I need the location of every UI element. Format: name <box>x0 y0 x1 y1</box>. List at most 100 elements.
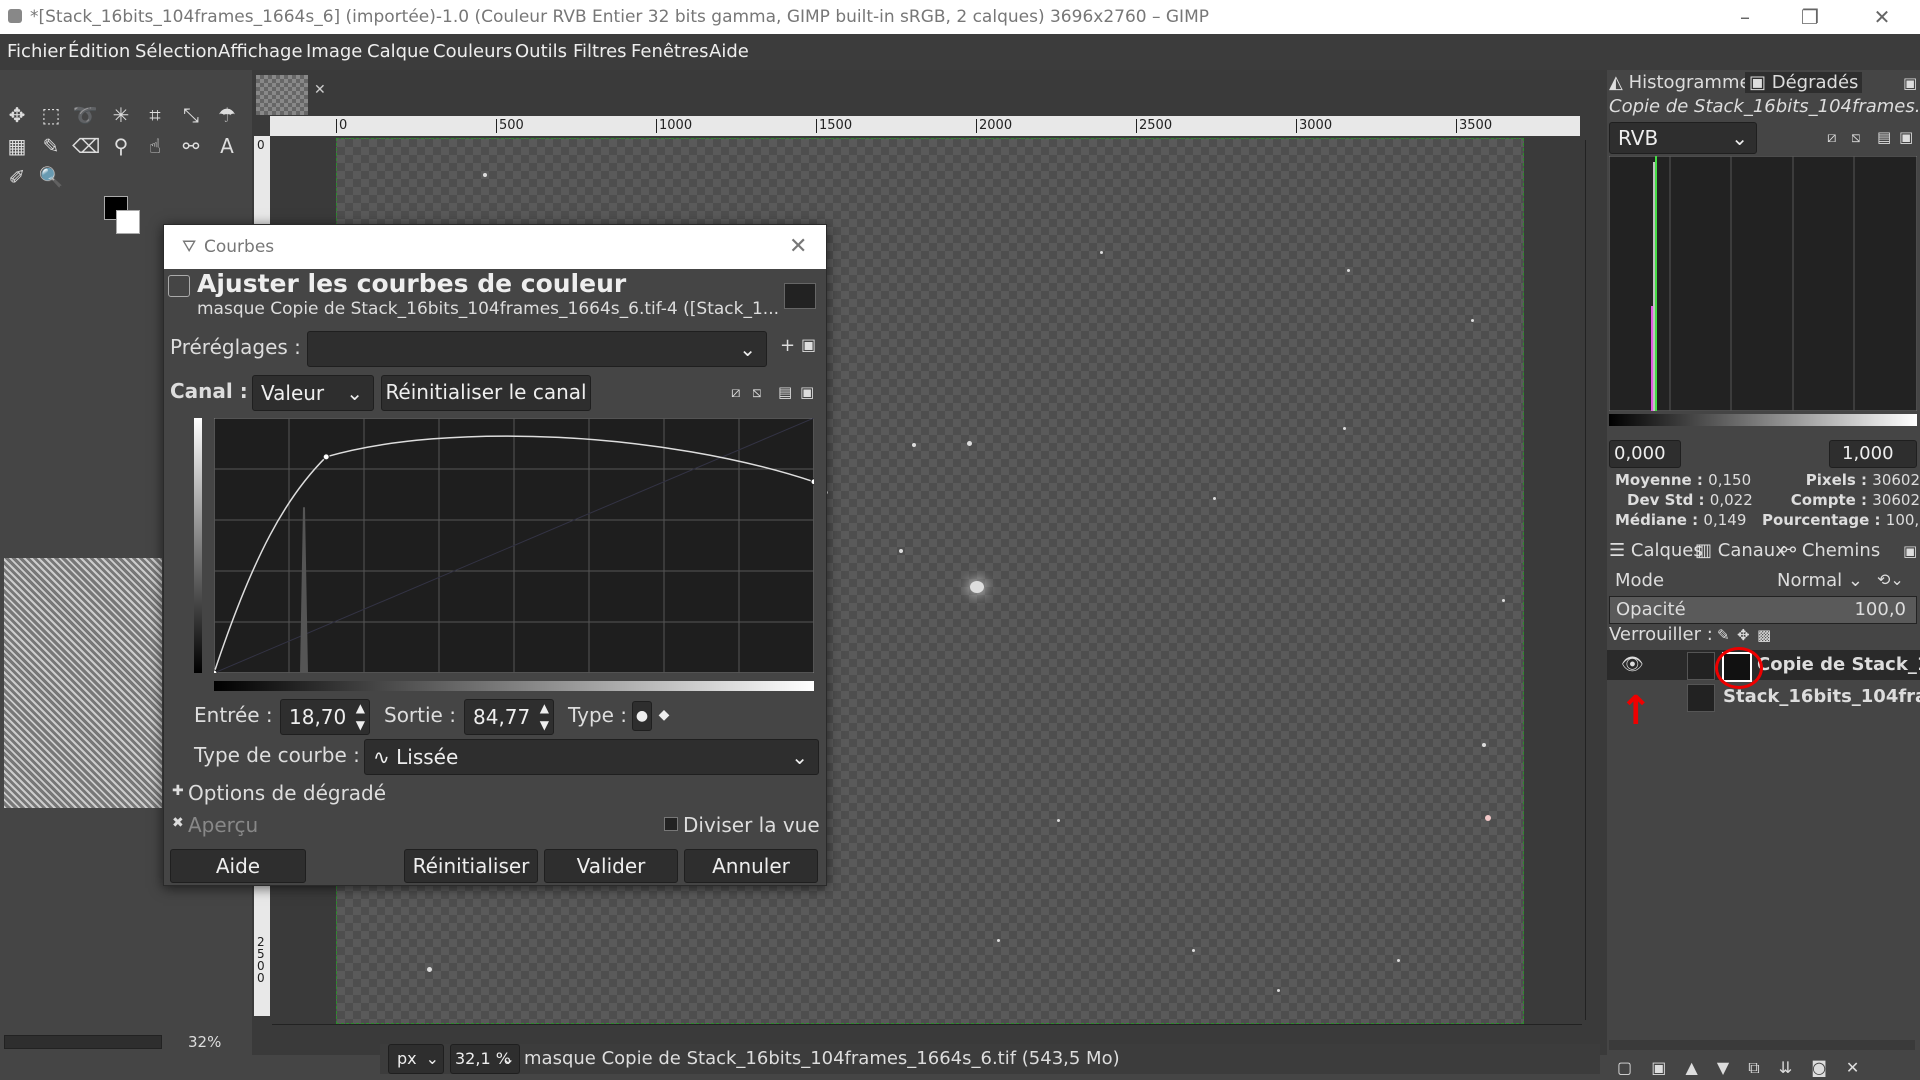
lower-layer-icon[interactable]: ▼ <box>1717 1058 1729 1077</box>
cancel-button[interactable]: Annuler <box>684 849 818 883</box>
crop-tool-icon[interactable]: ⌗ <box>142 102 168 128</box>
color-picker-tool-icon[interactable]: ✐ <box>4 164 30 190</box>
text-tool-icon[interactable]: A <box>214 133 240 159</box>
fuzzy-select-tool-icon[interactable]: ✳ <box>108 102 134 128</box>
image-tab-thumbnail[interactable] <box>256 75 308 115</box>
layers-scrollbar[interactable] <box>1609 1040 1915 1050</box>
log-histogram-icon[interactable]: ⧅ <box>1851 128 1861 146</box>
transform-tool-icon[interactable]: ⤡ <box>178 102 204 128</box>
reset-button[interactable]: Réinitialiser <box>404 849 538 883</box>
zoom-tool-icon[interactable]: 🔍 <box>38 164 64 190</box>
unit-combo[interactable]: px ⌄ <box>388 1044 444 1074</box>
menu-affichage[interactable]: Affichage <box>218 34 303 70</box>
lock-position-icon[interactable]: ✥ <box>1737 626 1750 644</box>
help-button[interactable]: Aide <box>170 849 306 883</box>
histogram-mode-icon[interactable]: ▤ <box>1877 128 1891 146</box>
warp-tool-icon[interactable]: ☂ <box>214 102 240 128</box>
spin-arrows-icon[interactable]: ▲ ▼ <box>356 700 365 734</box>
horizontal-scrollbar[interactable] <box>272 1024 1582 1037</box>
layers-dock-menu-icon[interactable]: ▣ <box>1903 542 1917 560</box>
curve-graph[interactable] <box>214 418 814 673</box>
dialog-close-icon[interactable]: ✕ <box>789 225 807 269</box>
input-spinbox[interactable]: 18,70 ▲ ▼ <box>280 699 370 735</box>
new-group-icon[interactable]: ▣ <box>1651 1058 1666 1077</box>
preset-menu-icon[interactable]: ▣ <box>801 335 816 354</box>
expander-icon[interactable]: ✚ <box>172 783 184 799</box>
spin-arrows-icon[interactable]: ▲ ▼ <box>540 700 549 734</box>
star <box>1471 319 1474 322</box>
lasso-tool-icon[interactable]: ➰ <box>72 102 98 128</box>
new-layer-icon[interactable]: ▢ <box>1617 1058 1632 1077</box>
clone-tool-icon[interactable]: ⚲ <box>108 133 134 159</box>
add-mask-icon[interactable]: ◙ <box>1811 1058 1827 1077</box>
channel-combo[interactable]: Valeur ⌄ <box>252 375 374 411</box>
range-max-spinbox[interactable]: 1,000 <box>1829 440 1917 468</box>
image-tab-close-icon[interactable]: ✕ <box>314 82 326 98</box>
curve-type-combo[interactable]: ∿ Lissée ⌄ <box>364 739 819 775</box>
status-bar: px ⌄ 32,1 % ⌄ masque Copie de Stack_16bi… <box>380 1044 1600 1074</box>
menu-edition[interactable]: Édition <box>68 34 130 70</box>
ok-button[interactable]: Valider <box>544 849 678 883</box>
eraser-tool-icon[interactable]: ⌫ <box>72 133 100 159</box>
menu-selection[interactable]: Sélection <box>135 34 218 70</box>
background-color-swatch[interactable] <box>116 210 140 234</box>
paths-tool-icon[interactable]: ⚯ <box>178 133 204 159</box>
mode-reset-icon[interactable]: ⟲⌄ <box>1877 570 1904 589</box>
add-preset-icon[interactable]: + <box>780 335 795 356</box>
delete-layer-icon[interactable]: ✕ <box>1846 1058 1859 1077</box>
curve-point[interactable] <box>322 453 330 461</box>
log-histogram-icon[interactable]: ⧅ <box>752 383 762 401</box>
paintbrush-tool-icon[interactable]: ✎ <box>38 133 64 159</box>
menu-filtres[interactable]: Filtres <box>573 34 627 70</box>
menu-couleurs[interactable]: Couleurs <box>433 34 512 70</box>
duplicate-layer-icon[interactable]: ⧉ <box>1748 1058 1759 1077</box>
layer-row[interactable]: Stack_16bits_104fra <box>1607 682 1920 712</box>
preview-checkbox[interactable]: ✖ <box>172 815 184 831</box>
output-spinbox[interactable]: 84,77 ▲ ▼ <box>464 699 554 735</box>
rect-select-tool-icon[interactable]: ⬚ <box>38 102 64 128</box>
linear-histogram-icon[interactable]: ⧄ <box>1827 128 1837 146</box>
histogram-menu-icon[interactable]: ▣ <box>1899 128 1913 146</box>
smudge-tool-icon[interactable]: ☝ <box>142 133 168 159</box>
menu-fenetres[interactable]: Fenêtres <box>631 34 708 70</box>
move-tool-icon[interactable]: ✥ <box>4 102 30 128</box>
merge-layer-icon[interactable]: ⇊ <box>1779 1058 1792 1077</box>
dock-menu-icon[interactable]: ▣ <box>1903 74 1917 92</box>
raise-layer-icon[interactable]: ▲ <box>1685 1058 1697 1077</box>
histogram-channel-combo[interactable]: RVB ⌄ <box>1609 122 1757 154</box>
vertical-scrollbar[interactable] <box>1585 140 1598 1020</box>
restore-button[interactable]: ❐ <box>1780 0 1840 34</box>
linear-histogram-icon[interactable]: ⧄ <box>731 383 741 401</box>
close-window-button[interactable]: ✕ <box>1852 0 1912 34</box>
histogram-mode-icon[interactable]: ▤ <box>778 383 792 401</box>
channels-tab[interactable]: ▥ Canaux <box>1695 540 1786 561</box>
histogram-tab[interactable]: ◭ Histogramme <box>1609 72 1751 93</box>
menu-calque[interactable]: Calque <box>367 34 430 70</box>
layers-tab[interactable]: ☰ Calques <box>1609 540 1703 561</box>
split-view-checkbox[interactable] <box>664 817 678 831</box>
menu-image[interactable]: Image <box>306 34 362 70</box>
layer-row[interactable]: 👁 Copie de Stack_1 <box>1607 650 1920 682</box>
paths-tab[interactable]: ⚯ Chemins <box>1781 540 1880 561</box>
presets-combo[interactable]: ⌄ <box>307 331 767 367</box>
minimize-button[interactable]: – <box>1715 0 1775 34</box>
histogram-menu-icon[interactable]: ▣ <box>800 383 814 401</box>
curve-point[interactable] <box>810 478 814 486</box>
opacity-slider[interactable]: Opacité 100,0 <box>1609 596 1917 624</box>
smooth-point-button[interactable]: ● <box>632 701 652 731</box>
menu-outils[interactable]: Outils <box>515 34 567 70</box>
gradient-tool-icon[interactable]: ▦ <box>4 133 30 159</box>
range-min-spinbox[interactable]: 0,000 <box>1609 440 1681 468</box>
zoom-combo[interactable]: 32,1 % ⌄ <box>450 1044 520 1074</box>
lock-pixels-icon[interactable]: ✎ <box>1717 626 1730 644</box>
gradient-options-expander[interactable]: Options de dégradé <box>188 781 386 805</box>
mode-combo[interactable]: Normal ⌄ <box>1777 570 1863 591</box>
menu-fichier[interactable]: Fichier <box>7 34 66 70</box>
gradients-tab[interactable]: ▣ Dégradés <box>1745 72 1863 93</box>
corner-point-button[interactable]: ◆ <box>654 701 674 731</box>
menu-aide[interactable]: Aide <box>709 34 749 70</box>
eye-icon[interactable]: 👁 <box>1621 654 1644 675</box>
lock-alpha-icon[interactable]: ▩ <box>1757 626 1771 644</box>
reset-channel-button[interactable]: Réinitialiser le canal <box>381 375 591 411</box>
tool-size-slider[interactable] <box>4 1035 162 1049</box>
